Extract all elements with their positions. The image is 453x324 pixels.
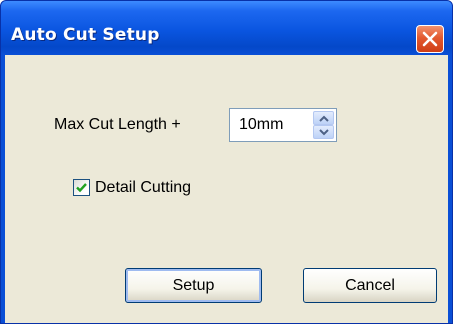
checkmark-icon <box>76 183 87 193</box>
close-button[interactable] <box>416 25 444 53</box>
cancel-button[interactable]: Cancel <box>303 268 437 303</box>
spin-down-button[interactable] <box>313 125 334 139</box>
max-cut-length-spinner[interactable] <box>229 108 337 142</box>
spin-up-button[interactable] <box>313 111 334 125</box>
close-icon <box>422 31 438 47</box>
max-cut-length-input[interactable] <box>239 116 309 134</box>
chevron-down-icon <box>319 129 329 136</box>
chevron-up-icon <box>319 115 329 122</box>
detail-cutting-label[interactable]: Detail Cutting <box>95 179 191 197</box>
dialog-title: Auto Cut Setup <box>11 25 160 45</box>
title-bar[interactable]: Auto Cut Setup <box>1 1 452 55</box>
dialog-body: Max Cut Length + Detail Cutting Setup Ca… <box>5 55 448 323</box>
max-cut-length-label: Max Cut Length + <box>54 116 181 133</box>
setup-button[interactable]: Setup <box>125 268 262 303</box>
auto-cut-setup-dialog: Auto Cut Setup Max Cut Length + 10mm Det… <box>0 0 453 324</box>
detail-cutting-checkbox[interactable] <box>73 179 90 196</box>
